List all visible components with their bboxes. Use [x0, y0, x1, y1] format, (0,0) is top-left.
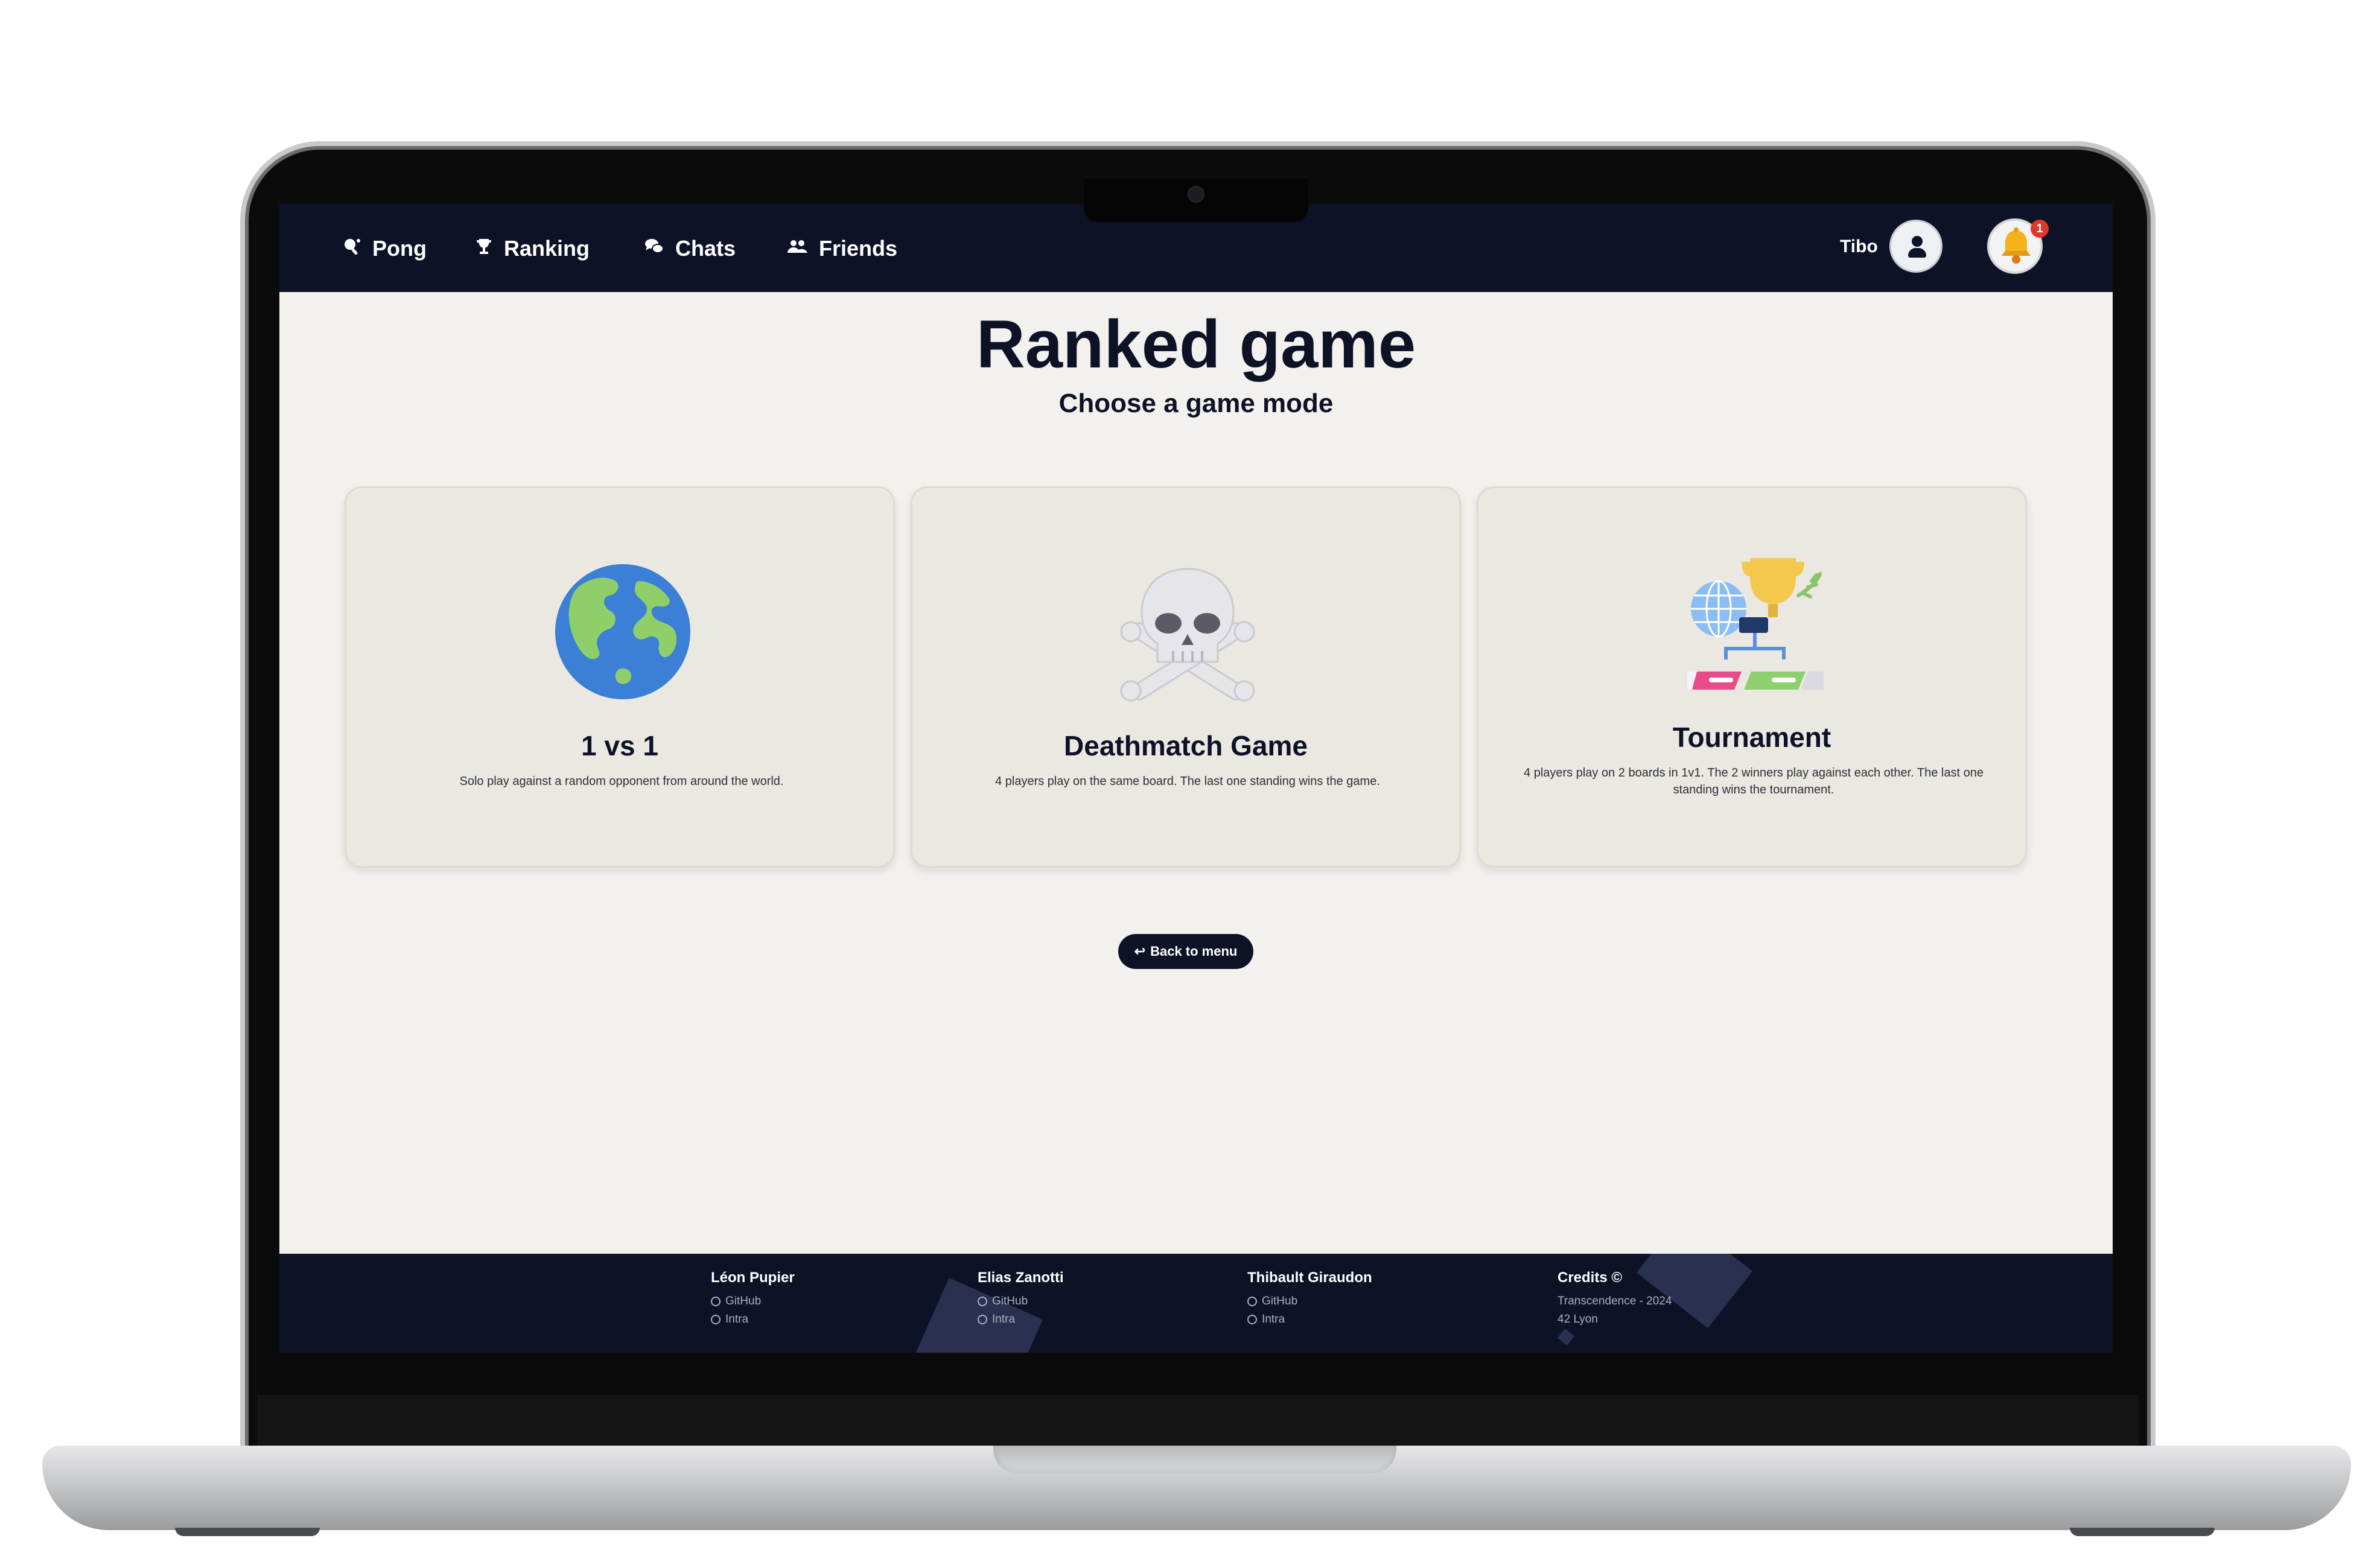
credits-line: 42 Lyon [1558, 1313, 1598, 1326]
globe-icon [555, 564, 690, 699]
credits-line: Transcendence - 2024 [1558, 1295, 1672, 1307]
back-to-menu-button[interactable]: ↩ Back to menu [1118, 934, 1253, 969]
github-icon [1247, 1297, 1257, 1306]
users-icon [786, 238, 808, 259]
game-mode-card-tournament[interactable]: Tournament 4 players play on 2 boards in… [1477, 486, 2027, 868]
card-description: 4 players play on the same board. The la… [995, 775, 1380, 788]
nav-label-chats: Chats [675, 236, 736, 261]
intra-link[interactable]: Intra [1247, 1310, 1372, 1329]
link-label: GitHub [725, 1295, 762, 1307]
nav-item-pong[interactable]: Pong [342, 230, 427, 267]
intra-link[interactable]: Intra [978, 1310, 1064, 1329]
footer-author-thibault: Thibault Giraudon GitHub Intra [1247, 1269, 1372, 1329]
footer-credits: Credits © Transcendence - 2024 42 Lyon [1558, 1269, 1672, 1329]
footer-decoration [1557, 1328, 1575, 1346]
author-name: Léon Pupier [711, 1269, 795, 1286]
webcam [1188, 186, 1204, 203]
page-subtitle: Choose a game mode [1058, 389, 1334, 418]
game-mode-card-deathmatch[interactable]: Deathmatch Game 4 players play on the sa… [911, 486, 1461, 868]
bell-icon [2002, 227, 2031, 264]
page-title: Ranked game [976, 307, 1416, 382]
back-button-label: Back to menu [1150, 944, 1238, 959]
avatar[interactable] [1889, 220, 1942, 273]
nav-item-ranking[interactable]: Ranking [475, 230, 590, 267]
laptop-foot-left [175, 1528, 320, 1536]
author-name: Elias Zanotti [978, 1269, 1064, 1286]
skull-crossbones-icon [1120, 568, 1255, 702]
link-label: Intra [1262, 1313, 1285, 1326]
user-icon-head [1912, 236, 1923, 247]
laptop-lower-bezel [257, 1395, 2139, 1453]
globe-icon [711, 1315, 721, 1324]
return-arrow-icon: ↩ [1134, 944, 1146, 959]
nav-item-friends[interactable]: Friends [786, 230, 897, 267]
card-title: Deathmatch Game [1064, 730, 1308, 761]
card-description: Solo play against a random opponent from… [459, 775, 784, 788]
user-name[interactable]: Tibo [1840, 237, 1878, 257]
nav-label-ranking: Ranking [504, 236, 590, 261]
notification-badge: 1 [2031, 220, 2049, 238]
card-description: 4 players play on 2 boards in 1v1. The 2… [1524, 766, 1984, 796]
credits-title: Credits © [1558, 1269, 1623, 1286]
github-link[interactable]: GitHub [711, 1292, 795, 1310]
github-link[interactable]: GitHub [1247, 1292, 1372, 1310]
intra-link[interactable]: Intra [711, 1310, 795, 1329]
github-icon [711, 1297, 721, 1306]
nav-label-friends: Friends [819, 236, 898, 261]
link-label: GitHub [1262, 1295, 1298, 1307]
user-icon-body [1908, 248, 1926, 258]
globe-icon [978, 1315, 987, 1324]
nav-label-pong: Pong [372, 236, 427, 261]
globe-icon [1247, 1315, 1257, 1324]
laptop-opening-notch [993, 1446, 1396, 1473]
ping-pong-icon [342, 237, 361, 261]
trophy-icon [475, 237, 493, 261]
nav-item-chats[interactable]: Chats [644, 230, 736, 267]
card-title: Tournament [1672, 722, 1831, 753]
footer: Léon Pupier GitHub Intra Elias Zanotti G… [279, 1254, 2113, 1353]
card-title: 1 vs 1 [581, 730, 658, 761]
tournament-bracket-icon [1687, 558, 1824, 690]
link-label: GitHub [992, 1295, 1028, 1307]
game-mode-card-1v1[interactable]: 1 vs 1 Solo play against a random oppone… [345, 486, 895, 868]
laptop-foot-right [2070, 1528, 2215, 1536]
footer-author-elias: Elias Zanotti GitHub Intra [978, 1269, 1064, 1329]
footer-author-leon: Léon Pupier GitHub Intra [711, 1269, 795, 1329]
app-screen: Pong Ranking Chats Friends Tibo 1 Ranked… [279, 204, 2113, 1353]
github-link[interactable]: GitHub [978, 1292, 1064, 1310]
link-label: Intra [992, 1313, 1016, 1326]
github-icon [978, 1297, 987, 1306]
chat-bubbles-icon [644, 237, 664, 261]
author-name: Thibault Giraudon [1247, 1269, 1372, 1286]
link-label: Intra [725, 1313, 749, 1326]
